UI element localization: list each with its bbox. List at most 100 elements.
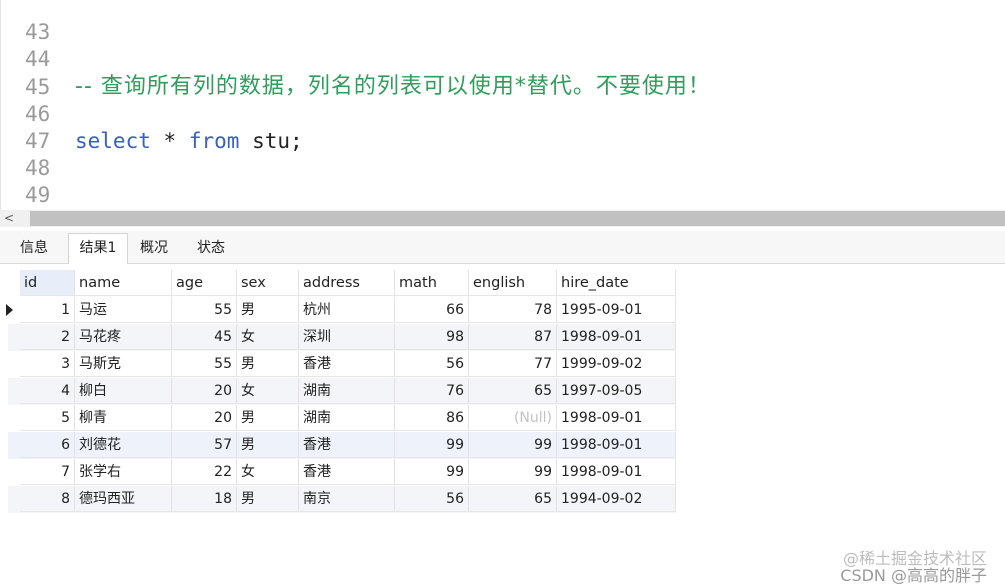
cell-address[interactable]: 杭州 (299, 297, 395, 323)
editor-line: 45 (1, 47, 52, 99)
cell-hire-date[interactable]: 1998-09-01 (557, 432, 676, 458)
column-header-english[interactable]: english (469, 270, 557, 296)
cell-hire-date[interactable]: 1999-09-02 (557, 351, 676, 377)
cell-math[interactable]: 76 (395, 378, 469, 404)
cell-sex[interactable]: 男 (237, 486, 299, 512)
editor-horizontal-scrollbar[interactable]: < (0, 210, 1005, 227)
cell-address[interactable]: 香港 (299, 459, 395, 485)
cell-address[interactable]: 香港 (299, 432, 395, 458)
cell-address[interactable]: 南京 (299, 486, 395, 512)
editor-line: 43 (1, 0, 52, 44)
cell-sex[interactable]: 男 (237, 432, 299, 458)
cell-sex[interactable]: 女 (237, 459, 299, 485)
cell-id[interactable]: 7 (20, 459, 75, 485)
cell-id[interactable]: 3 (20, 351, 75, 377)
column-header-math[interactable]: math (395, 270, 469, 296)
cell-id[interactable]: 5 (20, 405, 75, 431)
current-row-marker (2, 297, 16, 323)
column-header-id[interactable]: id (20, 270, 75, 296)
cell-english[interactable]: 99 (469, 459, 557, 485)
table-row[interactable]: 6 刘德花 57 男香港 99 99 1998-09-01 (8, 432, 676, 459)
cell-name[interactable]: 马花疼 (75, 324, 172, 350)
scrollbar-thumb[interactable] (30, 211, 1005, 226)
cell-age[interactable]: 45 (172, 324, 237, 350)
editor-line: 49 (1, 155, 52, 207)
cell-english[interactable]: 87 (469, 324, 557, 350)
cell-id[interactable]: 1 (20, 297, 75, 323)
editor-line: 47 (1, 101, 52, 153)
cell-id[interactable]: 6 (20, 432, 75, 458)
cell-math[interactable]: 56 (395, 486, 469, 512)
cell-hire-date[interactable]: 1995-09-01 (557, 297, 676, 323)
cell-english[interactable]: 65 (469, 486, 557, 512)
cell-address[interactable]: 香港 (299, 351, 395, 377)
column-header-age[interactable]: age (172, 270, 237, 296)
cell-sex[interactable]: 女 (237, 324, 299, 350)
cell-sex[interactable]: 女 (237, 378, 299, 404)
cell-address[interactable]: 湖南 (299, 378, 395, 404)
keyword-select: select (75, 129, 151, 153)
sql-statement: select * from stu; (75, 128, 303, 155)
cell-hire-date[interactable]: 1998-09-01 (557, 324, 676, 350)
cell-hire-date[interactable]: 1994-09-02 (557, 486, 676, 512)
cell-sex[interactable]: 男 (237, 297, 299, 323)
line-number: 49 (25, 183, 51, 207)
cell-name[interactable]: 马运 (75, 297, 172, 323)
cell-age[interactable]: 20 (172, 405, 237, 431)
cell-age[interactable]: 55 (172, 351, 237, 377)
editor-line: 48 (1, 128, 52, 180)
cell-english[interactable]: 77 (469, 351, 557, 377)
tab-status[interactable]: 状态 (186, 235, 236, 262)
cell-address[interactable]: 深圳 (299, 324, 395, 350)
sql-editor[interactable]: 43 44 -- 查询所有列的数据，列名的列表可以使用*替代。不要使用！ 45 … (0, 0, 1005, 210)
cell-age[interactable]: 55 (172, 297, 237, 323)
cell-math[interactable]: 56 (395, 351, 469, 377)
result-tabbar: 信息 结果1 概况 状态 (0, 231, 1005, 264)
cell-math[interactable]: 99 (395, 459, 469, 485)
table-row[interactable]: 2 马花疼 45 女深圳 98 87 1998-09-01 (8, 324, 676, 351)
cell-hire-date[interactable]: 1998-09-01 (557, 459, 676, 485)
editor-line: 44 -- 查询所有列的数据，列名的列表可以使用*替代。不要使用！ (1, 19, 710, 99)
cell-sex[interactable]: 男 (237, 405, 299, 431)
cell-address[interactable]: 湖南 (299, 405, 395, 431)
column-header-name[interactable]: name (75, 270, 172, 296)
cell-english[interactable]: (Null) (469, 405, 557, 431)
cell-age[interactable]: 57 (172, 432, 237, 458)
cell-name[interactable]: 马斯克 (75, 351, 172, 377)
tab-info[interactable]: 信息 (10, 235, 58, 262)
cell-math[interactable]: 86 (395, 405, 469, 431)
table-row[interactable]: 1 马运 55 男杭州 66 78 1995-09-01 (6, 297, 676, 324)
table-row[interactable]: 7 张学右 22 女香港 99 99 1998-09-01 (8, 459, 676, 486)
cell-name[interactable]: 柳青 (75, 405, 172, 431)
tab-result1[interactable]: 结果1 (68, 233, 128, 264)
cell-name[interactable]: 德玛西亚 (75, 486, 172, 512)
cell-age[interactable]: 22 (172, 459, 237, 485)
column-header-sex[interactable]: sex (237, 270, 299, 296)
cell-math[interactable]: 99 (395, 432, 469, 458)
table-row[interactable]: 8 德玛西亚 18 男南京 56 65 1994-09-02 (8, 486, 676, 513)
cell-id[interactable]: 4 (20, 378, 75, 404)
cell-math[interactable]: 98 (395, 324, 469, 350)
cell-english[interactable]: 78 (469, 297, 557, 323)
cell-id[interactable]: 2 (20, 324, 75, 350)
cell-name[interactable]: 刘德花 (75, 432, 172, 458)
cell-sex[interactable]: 男 (237, 351, 299, 377)
cell-name[interactable]: 柳白 (75, 378, 172, 404)
scroll-left-arrow-icon[interactable]: < (4, 210, 14, 227)
table-row[interactable]: 4 柳白 20 女湖南 76 65 1997-09-05 (8, 378, 676, 405)
cell-english[interactable]: 65 (469, 378, 557, 404)
cell-math[interactable]: 66 (395, 297, 469, 323)
cell-age[interactable]: 18 (172, 486, 237, 512)
cell-hire-date[interactable]: 1997-09-05 (557, 378, 676, 404)
cell-english[interactable]: 99 (469, 432, 557, 458)
column-header-hire-date[interactable]: hire_date (557, 270, 676, 296)
column-header-address[interactable]: address (299, 270, 395, 296)
tab-profile[interactable]: 概况 (130, 235, 178, 262)
cell-hire-date[interactable]: 1998-09-01 (557, 405, 676, 431)
cell-id[interactable]: 8 (20, 486, 75, 512)
table-row[interactable]: 5 柳青 20 男湖南 86 (Null) 1998-09-01 (8, 405, 676, 432)
table-row[interactable]: 3 马斯克 55 男香港 56 77 1999-09-02 (8, 351, 676, 378)
cell-age[interactable]: 20 (172, 378, 237, 404)
cell-name[interactable]: 张学右 (75, 459, 172, 485)
editor-line: 46 select * from stu; (1, 74, 303, 153)
